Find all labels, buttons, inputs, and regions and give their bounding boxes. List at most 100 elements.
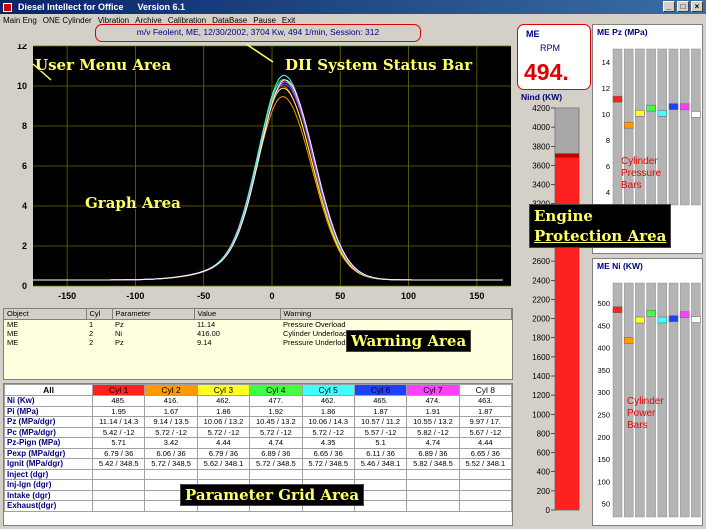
x-tick-label: 50 [335,291,345,301]
grid-row-label: Exhaust(dgr) [4,500,93,512]
grid-header-cyl-8[interactable]: Cyl 8 [458,384,513,396]
grid-header-cyl-6[interactable]: Cyl 6 [353,384,408,396]
grid-cell: 474. [406,395,460,407]
warning-panel: Object Cyl Parameter Value Warning ME 1 … [3,308,513,380]
grid-header-cyl-5[interactable]: Cyl 5 [301,384,355,396]
grid-cell: 5.82 / -12 [406,426,460,438]
grid-header-cyl-7[interactable]: Cyl 7 [406,384,460,396]
engine-label-line: Protection Area [534,227,667,245]
ni-bars-panel: ME Ni (KW) 500 450 400 350 300 250 200 150 100 50… [592,258,703,526]
pzsvg-bar [691,111,701,118]
nind-tick-label: 400 [537,468,551,477]
warning-row[interactable]: ME 1 Pz 11.14 Pressure Overload [4,319,512,329]
grid-cell: 10.06 / 13.2 [196,416,251,428]
pzsvg-tick-label: 14 [602,58,610,67]
grid-row[interactable]: Pz-Pign (MPa) 5.71 3.42 4.44 4.74 4.35 5.1 4.74… [4,437,513,449]
app-icon [3,3,12,13]
warning-header-warning[interactable]: Warning [280,309,512,320]
grid-cell: 5.71 [91,437,146,449]
nind-tick-label: 1600 [532,353,550,362]
engine-label-line: Engine [534,207,593,225]
nind-tick-label: 1000 [532,410,550,419]
grid-row[interactable]: Ignit (MPa/dgr) 5.42 / 348.5 5.72 / 348.5 5… [4,458,513,470]
minimize-icon[interactable]: _ [663,1,675,12]
grid-cell: 462. [196,395,251,407]
grid-cell [458,468,513,480]
x-tick-label: 150 [469,291,484,301]
grid-cell: 1.87 [458,405,513,417]
grid-row[interactable]: Ni (Kw) 485. 416. 462. 477. 462. 465. 474. 463. [4,395,513,407]
nind-tick-label: 3600 [532,161,550,170]
warning-object: ME [7,337,19,347]
nisvg-bar [668,315,679,322]
nind-tick-label: 1400 [532,372,550,381]
pzsvg-bar [668,103,679,110]
grid-header-all[interactable]: All [4,384,93,396]
pzsvg-track [691,48,701,206]
grid-header-cyl-3[interactable]: Cyl 3 [196,384,251,396]
nisvg-tick-label: 300 [597,388,610,397]
warning-header-value[interactable]: Value [194,309,281,320]
nisvg-bar [646,310,656,317]
grid-cell: 10.06 / 14.3 [301,416,355,428]
warning-header-cyl[interactable]: Cyl [86,309,113,320]
grid-row-label: Inject (dgr) [4,468,93,480]
nind-gauge: 4200400038003600340032003000280026002400… [532,104,580,515]
grid-header-cyl-1[interactable]: Cyl 1 [91,384,146,396]
grid-cell [458,489,513,501]
graph-panel: -150 -100 -50 0 50 100 150 0 2 4 6 8 10 12 User Menu … [3,44,513,306]
grid-row[interactable]: Pi (MPa) 1.95 1.67 1.86 1.92 1.86 1.87 1.91 1.87 [4,405,513,417]
warning-parameter: Pz [115,319,124,329]
nind-tick-label: 2000 [532,315,550,324]
grid-row[interactable]: Pz (MPa/dgr) 11.14 / 14.3 9.14 / 13.5 10.06… [4,416,513,428]
warning-header-parameter[interactable]: Parameter [112,309,195,320]
grid-cell: 5.57 / -12 [353,426,408,438]
warning-parameter: Ni [115,328,123,338]
grid-row-label: Pi (MPa) [4,405,93,417]
warning-cyl: 2 [89,328,94,338]
grid-cell: 10.45 / 13.2 [249,416,303,428]
grid-cell [406,500,460,512]
parameter-grid: All Cyl 1 Cyl 2 Cyl 3 Cyl 4 Cyl 5 Cyl 6 Cyl 7 Cy… [3,383,513,526]
window-title: Diesel Intellect for Office [18,2,124,12]
warning-cyl: 2 [89,337,94,347]
engine-area-label: Engine Protection Area [529,204,672,248]
menu-main-eng[interactable]: Main Eng [3,14,37,27]
close-icon[interactable]: × [691,1,703,12]
power-note-line: Cylinder [627,396,664,407]
grid-row[interactable]: Inject (dgr) [4,468,513,480]
nisvg-bar [691,316,701,323]
grid-cell [91,500,146,512]
warning-header-object[interactable]: Object [4,309,87,320]
warning-area-label: Warning Area [346,330,472,352]
grid-cell: 463. [458,395,513,407]
grid-row[interactable]: Pexp (MPa/dgr) 6.79 / 36 6.06 / 36 6.79 / 3… [4,447,513,459]
grid-row[interactable]: Pc (MPa/dgr) 5.42 / -12 5.72 / -12 5.72 / -… [4,426,513,438]
pzsvg-bar [679,103,690,111]
grid-cell: 4.44 [458,437,513,449]
maximize-icon[interactable]: □ [677,1,689,12]
window-version: Version 6.1 [137,2,186,12]
grid-cell: 5.82 / 348.5 [406,458,460,470]
nisvg-track [679,282,690,518]
menu-area-label: User Menu Area [35,56,172,74]
menu-one-cylinder[interactable]: ONE Cylinder [43,14,92,27]
pressure-chart: -150 -100 -50 0 50 100 150 0 2 4 6 8 10 12 [17,44,511,301]
grid-header-cyl-4[interactable]: Cyl 4 [249,384,303,396]
power-note-line: Power [627,408,656,419]
nind-tick-label: 4200 [532,104,550,113]
grid-header-cyl-2[interactable]: Cyl 2 [144,384,198,396]
status-bar: m/v Feolent, ME, 12/30/2002, 3704 Kw, 49… [95,24,421,42]
nisvg-bar [679,311,690,318]
nisvg-tick-label: 500 [597,299,610,308]
grid-cell: 5.42 / -12 [91,426,146,438]
pressure-note-line: Bars [621,180,642,191]
warning-object: ME [7,328,19,338]
grid-row-label: Intake (dgr) [4,489,93,501]
grid-cell: 9.97 / 17. [458,416,513,428]
pzsvg-bar [646,104,656,112]
warning-value: 9.14 [197,337,212,347]
pzsvg-tick-label: 12 [602,84,610,93]
nind-tick-label: 600 [537,449,551,458]
grid-cell: 6.79 / 36 [196,447,251,459]
